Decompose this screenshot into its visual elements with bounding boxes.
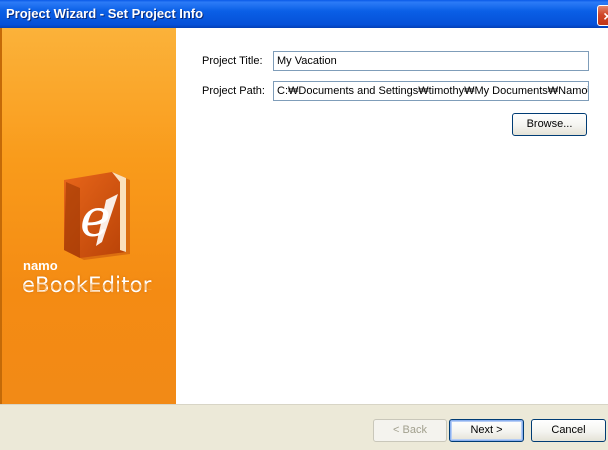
side-banner-edge — [0, 28, 2, 404]
title-bar[interactable]: Project Wizard - Set Project Info × — [0, 0, 608, 28]
ebook-e-logo-icon: e — [64, 172, 130, 260]
cancel-button[interactable]: Cancel — [531, 419, 606, 442]
back-button[interactable]: < Back — [373, 419, 447, 442]
project-path-label: Project Path: — [202, 85, 265, 97]
brand-reflection: eBookEditor — [22, 280, 152, 294]
browse-button[interactable]: Browse... — [512, 113, 587, 136]
project-title-label: Project Title: — [202, 55, 263, 67]
window-title: Project Wizard - Set Project Info — [6, 6, 204, 21]
wizard-side-banner: e — [0, 28, 176, 404]
project-path-input[interactable]: C:₩Documents and Settings₩timothy₩My Doc… — [273, 81, 589, 101]
close-button[interactable]: × — [597, 5, 608, 26]
close-icon: × — [603, 8, 608, 24]
project-title-input[interactable]: My Vacation — [273, 51, 589, 71]
brand-company: namo — [23, 258, 58, 273]
next-button[interactable]: Next > — [449, 419, 524, 442]
project-wizard-window: Project Wizard - Set Project Info × e na… — [0, 0, 608, 450]
